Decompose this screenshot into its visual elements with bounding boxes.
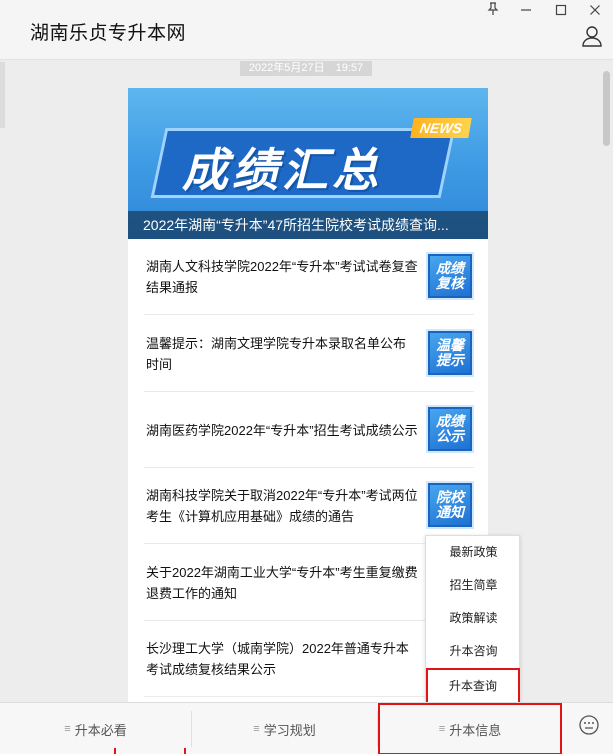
- article-title: 关于2022年湖南工业大学“专升本”考生重复缴费退费工作的通知: [146, 565, 418, 601]
- article-title: 湖南人文科技学院2022年“专升本”考试试卷复查结果通报: [146, 259, 418, 295]
- article-title: 温馨提示：湖南文理学院专升本录取名单公布时间: [146, 336, 407, 372]
- menu-lines-icon: ≡: [438, 723, 446, 735]
- message-timestamp: 2022年5月27日 19:57: [240, 61, 372, 76]
- menu-lines-icon: ≡: [64, 723, 71, 735]
- tab-divider: [377, 711, 378, 747]
- scrollbar-thumb[interactable]: [603, 71, 610, 146]
- banner-image[interactable]: 成绩汇总 NEWS 2022年湖南“专升本”47所招生院校考试成绩查询...: [128, 88, 488, 239]
- article-item[interactable]: 湖南人文科技学院2022年“专升本”考试试卷复查结果通报 成绩复核: [144, 239, 474, 315]
- tab-label: 升本必看: [74, 722, 127, 738]
- article-title: 长沙理工大学（城南学院）2022年普通专升本考试成绩复核结果公示: [146, 641, 409, 677]
- article-title: 湖南医药学院2022年“专升本”招生考试成绩公示: [146, 422, 418, 438]
- title-bar: 湖南乐贞专升本网: [0, 0, 613, 60]
- article-thumbnail: 温馨提示: [426, 329, 474, 377]
- tab-label: 学习规划: [263, 722, 316, 738]
- article-thumbnail: 成绩复核: [426, 252, 474, 300]
- close-icon[interactable]: [584, 2, 606, 22]
- minimize-icon[interactable]: [515, 2, 537, 22]
- menu-item-consultation[interactable]: 升本咨询: [426, 635, 521, 668]
- news-badge: NEWS: [410, 118, 472, 138]
- article-title: 湖南科技学院关于取消2022年“专升本”考试两位考生《计算机应用基础》成绩的通告: [146, 488, 418, 524]
- pin-icon[interactable]: [482, 2, 504, 22]
- menu-item-policy-interpretation[interactable]: 政策解读: [426, 602, 521, 635]
- tab-study-plan[interactable]: ≡ 学习规划: [192, 703, 377, 754]
- user-icon[interactable]: [581, 25, 603, 47]
- keyboard-icon[interactable]: [578, 714, 600, 736]
- banner-caption[interactable]: 2022年湖南“专升本”47所招生院校考试成绩查询...: [128, 211, 488, 239]
- menu-item-latest-policy[interactable]: 最新政策: [426, 536, 521, 569]
- banner-title: 成绩汇总: [182, 144, 382, 196]
- article-thumbnail: 院校通知: [426, 481, 474, 529]
- bottom-menu-bar: ≡ 升本必看 ≡ 学习规划 ≡ 升本信息: [0, 702, 613, 754]
- scrollbar[interactable]: [603, 61, 610, 702]
- article-item[interactable]: 湖南科技学院关于取消2022年“专升本”考试两位考生《计算机应用基础》成绩的通告…: [144, 468, 474, 544]
- tab-label: 升本信息: [449, 722, 502, 738]
- thumbnail-text: 温馨提示: [436, 337, 464, 368]
- submenu-popup: 最新政策 招生简章 政策解读 升本咨询 升本查询: [425, 535, 521, 705]
- article-item[interactable]: 湖南医药学院2022年“专升本”招生考试成绩公示 成绩公示: [144, 392, 474, 468]
- article-thumbnail: 成绩公示: [426, 405, 474, 453]
- highlight-marker: [114, 748, 186, 754]
- menu-item-query[interactable]: 升本查询: [426, 668, 520, 705]
- menu-item-admission-guide[interactable]: 招生简章: [426, 569, 521, 602]
- menu-lines-icon: ≡: [253, 723, 260, 735]
- thumbnail-text: 成绩公示: [436, 413, 464, 444]
- chat-content[interactable]: 2022年5月27日 19:57 成绩汇总 NEWS 2022年湖南“专升本”4…: [0, 61, 613, 702]
- article-item[interactable]: 温馨提示：湖南文理学院专升本录取名单公布时间 温馨提示: [144, 316, 474, 392]
- thumbnail-text: 院校通知: [436, 489, 464, 520]
- maximize-icon[interactable]: [550, 2, 572, 22]
- tab-info[interactable]: ≡ 升本信息: [378, 703, 562, 754]
- left-edge-marker: [0, 62, 5, 128]
- tab-must-read[interactable]: ≡ 升本必看: [0, 703, 191, 754]
- app-title: 湖南乐贞专升本网: [30, 23, 187, 44]
- thumbnail-text: 成绩复核: [436, 260, 464, 291]
